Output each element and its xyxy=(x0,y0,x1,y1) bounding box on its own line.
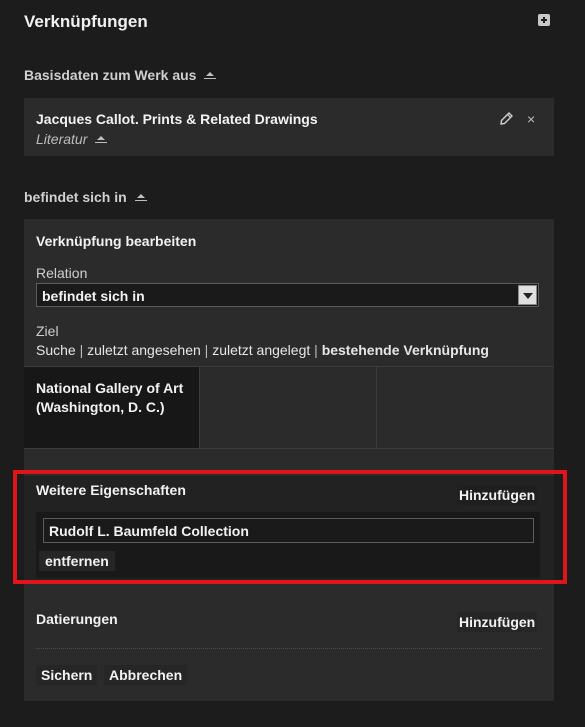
section-label-befindet: befindet sich in xyxy=(24,189,147,205)
divider xyxy=(24,448,554,449)
divider xyxy=(36,648,542,649)
relation-editor: Verknüpfung bearbeiten Relation befindet… xyxy=(24,219,554,701)
relation-select[interactable]: befindet sich in xyxy=(36,283,539,307)
dropdown-arrow-icon[interactable] xyxy=(518,285,537,305)
section-label-text: befindet sich in xyxy=(24,189,127,205)
result-cell-empty xyxy=(376,367,555,449)
tab-suche[interactable]: Suche xyxy=(36,342,76,358)
cancel-button[interactable]: Abbrechen xyxy=(104,665,188,685)
add-dating-button[interactable]: Hinzufügen xyxy=(457,612,538,632)
linked-item-title[interactable]: Jacques Callot. Prints & Related Drawing… xyxy=(36,111,318,127)
editor-title: Verknüpfung bearbeiten xyxy=(36,233,197,249)
pencil-icon[interactable] xyxy=(500,112,513,125)
close-icon[interactable]: × xyxy=(527,111,535,127)
highlight-box xyxy=(13,470,567,584)
relation-select-value: befindet sich in xyxy=(42,288,145,304)
linked-item-type: Literatur xyxy=(36,131,108,147)
result-cell-empty xyxy=(199,367,377,449)
relation-label: Relation xyxy=(36,265,88,281)
datierungen-title: Datierungen xyxy=(36,611,118,627)
target-label: Ziel xyxy=(36,323,59,339)
tab-zuletzt-angelegt[interactable]: zuletzt angelegt xyxy=(212,342,310,358)
target-tabs: Suche | zuletzt angesehen | zuletzt ange… xyxy=(36,342,489,358)
section-label-text: Basisdaten zum Werk aus xyxy=(24,67,197,83)
result-title: National Gallery of Art (Washington, D. … xyxy=(36,380,184,415)
linked-item-card: Jacques Callot. Prints & Related Drawing… xyxy=(24,98,554,156)
separator: | xyxy=(314,342,318,358)
page-title: Verknüpfungen xyxy=(24,12,148,31)
section-label-basisdaten: Basisdaten zum Werk aus xyxy=(24,67,217,83)
plus-icon[interactable] xyxy=(538,14,550,26)
separator: | xyxy=(79,342,84,358)
result-cell-selected[interactable]: National Gallery of Art (Washington, D. … xyxy=(24,367,199,449)
sort-icon[interactable] xyxy=(95,135,108,145)
save-button[interactable]: Sichern xyxy=(36,665,98,685)
tab-bestehende-verknuepfung[interactable]: bestehende Verknüpfung xyxy=(322,342,489,358)
tab-zuletzt-angesehen[interactable]: zuletzt angesehen xyxy=(87,342,201,358)
linked-item-type-text: Literatur xyxy=(36,131,88,147)
result-grid: National Gallery of Art (Washington, D. … xyxy=(24,366,554,449)
sort-icon[interactable] xyxy=(204,71,217,81)
separator: | xyxy=(204,342,209,358)
sort-icon[interactable] xyxy=(134,193,147,203)
